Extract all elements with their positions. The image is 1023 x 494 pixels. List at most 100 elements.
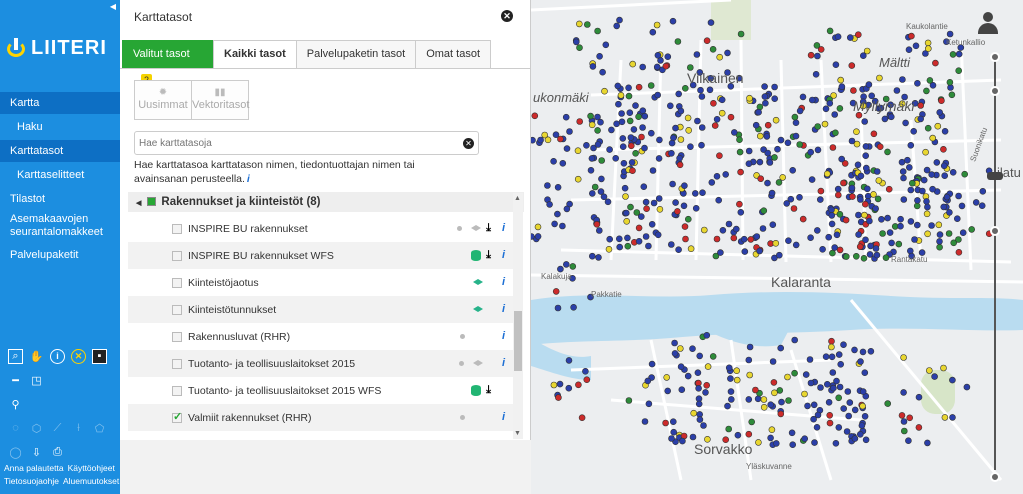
building-marker[interactable] <box>806 356 814 363</box>
building-marker[interactable] <box>760 207 768 214</box>
building-marker[interactable] <box>733 376 741 384</box>
building-marker[interactable] <box>831 111 839 118</box>
building-marker[interactable] <box>662 419 669 427</box>
building-marker[interactable] <box>929 134 937 142</box>
building-marker[interactable] <box>562 113 570 121</box>
building-marker[interactable] <box>693 51 701 58</box>
building-marker[interactable] <box>753 233 761 240</box>
building-marker[interactable] <box>924 203 931 211</box>
building-marker[interactable] <box>904 156 911 164</box>
building-marker[interactable] <box>771 95 778 102</box>
building-marker[interactable] <box>576 44 583 52</box>
building-marker[interactable] <box>591 183 599 191</box>
building-marker[interactable] <box>924 439 931 447</box>
map-canvas[interactable] <box>531 0 1023 494</box>
building-marker[interactable] <box>814 146 822 154</box>
clear-search-icon[interactable]: ✕ <box>463 138 474 149</box>
building-marker[interactable] <box>785 237 792 244</box>
building-marker[interactable] <box>789 167 797 174</box>
building-marker[interactable] <box>727 388 735 395</box>
building-marker[interactable] <box>589 63 597 70</box>
download-icon[interactable]: ⇩ <box>29 445 44 460</box>
building-marker[interactable] <box>846 34 854 41</box>
building-marker[interactable] <box>828 212 836 219</box>
building-marker[interactable] <box>828 206 835 214</box>
building-marker[interactable] <box>769 358 777 365</box>
building-marker[interactable] <box>641 418 649 425</box>
sidebar-item-kartta[interactable]: Kartta <box>0 92 120 114</box>
building-marker[interactable] <box>565 384 573 392</box>
building-marker[interactable] <box>669 17 677 25</box>
building-marker[interactable] <box>816 196 824 203</box>
building-marker[interactable] <box>745 160 753 167</box>
building-marker[interactable] <box>945 230 953 237</box>
building-marker[interactable] <box>662 62 670 70</box>
building-marker[interactable] <box>872 205 879 212</box>
building-marker[interactable] <box>825 398 833 406</box>
building-marker[interactable] <box>733 225 740 233</box>
building-marker[interactable] <box>905 46 913 54</box>
building-marker[interactable] <box>898 158 906 166</box>
building-marker[interactable] <box>703 381 710 389</box>
layer-row[interactable]: Tuotanto- ja teollisuuslaitokset 2015 WF… <box>128 377 514 404</box>
tab-selected-layers[interactable]: Valitut tasot2 <box>122 40 214 86</box>
building-marker[interactable] <box>813 227 821 234</box>
building-marker[interactable] <box>672 199 679 206</box>
sidebar-item-karttatasot[interactable]: Karttatasot <box>0 140 120 162</box>
building-marker[interactable] <box>623 218 630 225</box>
building-marker[interactable] <box>911 236 918 243</box>
building-marker[interactable] <box>831 244 839 251</box>
building-marker[interactable] <box>766 159 774 166</box>
building-marker[interactable] <box>736 148 744 156</box>
building-marker[interactable] <box>689 345 696 353</box>
close-icon[interactable]: ✕ <box>501 10 513 22</box>
building-marker[interactable] <box>664 387 671 395</box>
map-view[interactable]: Viikainen Myllymäki Mältti Kalaranta Sor… <box>531 0 1023 494</box>
building-marker[interactable] <box>648 129 655 137</box>
building-marker[interactable] <box>655 155 663 162</box>
building-marker[interactable] <box>681 223 689 230</box>
building-marker[interactable] <box>641 144 648 152</box>
building-marker[interactable] <box>576 118 584 125</box>
building-marker[interactable] <box>769 221 777 228</box>
building-marker[interactable] <box>915 424 923 431</box>
building-marker[interactable] <box>606 235 613 243</box>
download-layer-icon[interactable]: ⤓ <box>484 249 493 262</box>
building-marker[interactable] <box>777 344 784 352</box>
building-marker[interactable] <box>687 245 695 252</box>
building-marker[interactable] <box>835 351 843 358</box>
building-marker[interactable] <box>690 409 697 417</box>
building-marker[interactable] <box>752 121 760 129</box>
building-marker[interactable] <box>819 246 826 253</box>
building-marker[interactable] <box>790 205 798 212</box>
zoom-step-icon[interactable] <box>990 226 1000 236</box>
building-marker[interactable] <box>741 248 749 255</box>
building-marker[interactable] <box>737 209 745 216</box>
building-marker[interactable] <box>924 230 931 238</box>
building-marker[interactable] <box>848 184 856 192</box>
building-marker[interactable] <box>619 143 627 150</box>
zoom-out-icon[interactable] <box>990 472 1000 482</box>
building-marker[interactable] <box>694 369 702 377</box>
building-marker[interactable] <box>544 182 551 189</box>
building-marker[interactable] <box>838 83 846 90</box>
building-marker[interactable] <box>811 439 818 446</box>
building-marker[interactable] <box>656 136 663 144</box>
building-marker[interactable] <box>854 31 862 39</box>
building-marker[interactable] <box>870 191 877 198</box>
building-marker[interactable] <box>768 189 776 197</box>
building-marker[interactable] <box>687 143 694 150</box>
building-marker[interactable] <box>959 229 967 236</box>
building-marker[interactable] <box>746 371 753 379</box>
building-marker[interactable] <box>898 412 906 419</box>
building-marker[interactable] <box>575 381 582 389</box>
building-marker[interactable] <box>907 142 915 149</box>
building-marker[interactable] <box>873 251 881 259</box>
building-marker[interactable] <box>934 122 942 130</box>
layer-checkbox[interactable] <box>172 385 182 396</box>
building-marker[interactable] <box>768 426 776 434</box>
building-marker[interactable] <box>859 348 867 356</box>
building-marker[interactable] <box>955 50 963 58</box>
building-marker[interactable] <box>695 384 702 392</box>
zoom-box-icon[interactable]: ⌕ <box>8 348 23 364</box>
